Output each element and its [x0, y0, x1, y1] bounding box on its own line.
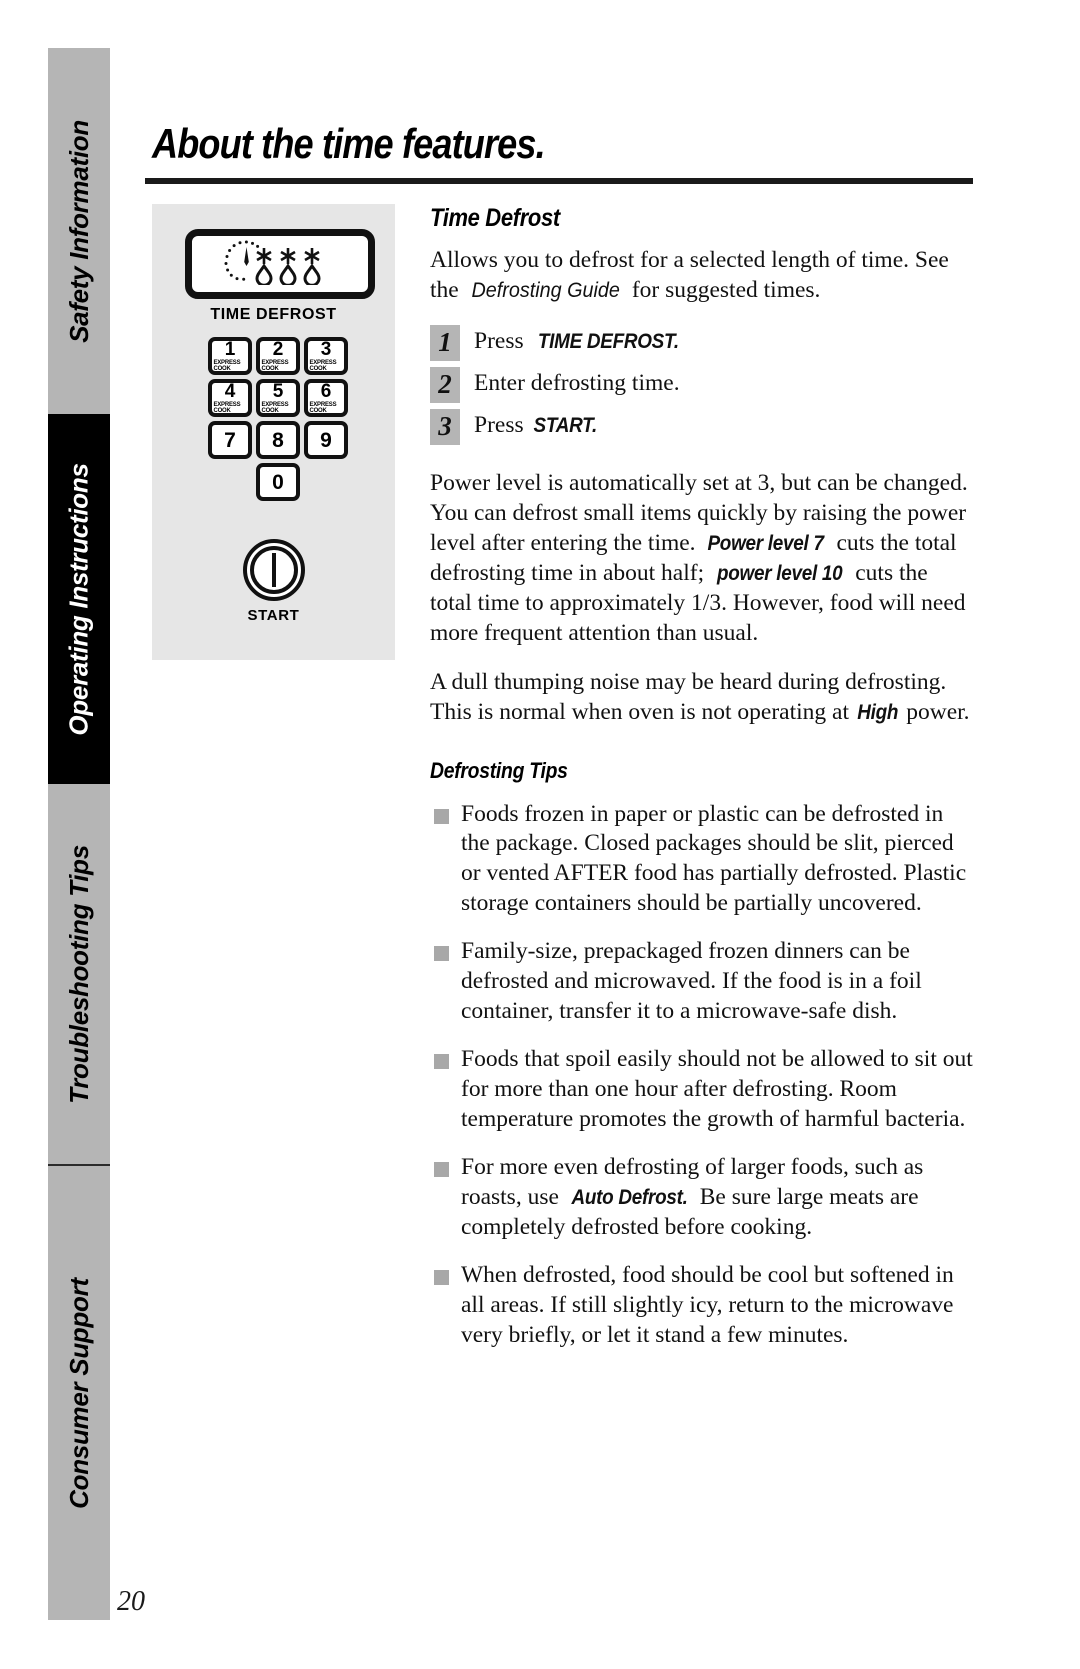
keypad-key-sublabel: EXPRESS COOK — [309, 400, 337, 414]
page-title: About the time features. — [152, 120, 546, 167]
tip-text-part1: Family-size, prepackaged frozen dinners … — [461, 938, 922, 1025]
square-bullet-icon — [434, 1269, 449, 1285]
section-heading-defrosting-tips: Defrosting Tips — [430, 757, 568, 783]
list-item: When defrosted, food should be cool but … — [430, 1261, 975, 1351]
sidebar-tab-label: Consumer Support — [63, 1277, 94, 1509]
list-item-text: Foods frozen in paper or plastic can be … — [461, 800, 975, 920]
keypad-key-number: 0 — [272, 470, 284, 494]
page-number: 20 — [117, 1586, 145, 1617]
keypad-key-sublabel: EXPRESS COOK — [309, 358, 337, 372]
power-level-paragraph: Power level is automatically set at 3, b… — [430, 469, 975, 649]
keypad-key-9[interactable]: 9 — [304, 421, 348, 459]
keypad-key-8[interactable]: 8 — [256, 421, 300, 459]
sidebar-tabs: Safety Information Operating Instruction… — [48, 48, 110, 1620]
control-panel-illustration: TIME DEFROST 1 EXPRESS COOK 2 EXPRESS CO… — [152, 204, 395, 660]
numbered-steps-list: 1 Press TIME DEFROST. 2 Enter defrosting… — [430, 324, 975, 445]
list-item: For more even defrosting of larger foods… — [430, 1153, 975, 1243]
keypad-key-number: 6 — [320, 380, 332, 402]
tip-text-part1: When defrosted, food should be cool but … — [461, 1261, 954, 1348]
keypad-key-sublabel: EXPRESS COOK — [261, 400, 289, 414]
keypad-key-6[interactable]: 6 EXPRESS COOK — [304, 379, 348, 417]
power-level-10-emphasis: power level 10 — [716, 561, 843, 585]
section-heading-time-defrost: Time Defrost — [430, 204, 560, 232]
square-bullet-icon — [434, 1054, 449, 1070]
keypad-row: 1 EXPRESS COOK 2 EXPRESS COOK 3 EXPRESS … — [207, 337, 349, 375]
step-text: Press TIME DEFROST. — [474, 325, 686, 355]
list-item: Family-size, prepackaged frozen dinners … — [430, 937, 975, 1027]
step-number-badge: 1 — [430, 324, 460, 361]
step-number-badge: 2 — [430, 366, 460, 403]
step-text-part1: Press — [474, 327, 530, 354]
keypad-key-number: 9 — [320, 428, 332, 452]
keypad-key-1[interactable]: 1 EXPRESS COOK — [208, 337, 252, 375]
keypad-row: 7 8 9 — [207, 421, 349, 459]
keypad-row: 0 — [207, 463, 349, 501]
step-text: Press START. — [474, 409, 600, 439]
keypad-key-7[interactable]: 7 — [208, 421, 252, 459]
power-level-7-emphasis: Power level 7 — [707, 531, 825, 555]
sidebar-tab-operating-instructions[interactable]: Operating Instructions — [48, 414, 110, 784]
numeric-keypad: 1 EXPRESS COOK 2 EXPRESS COOK 3 EXPRESS … — [207, 337, 349, 505]
keypad-key-number: 7 — [224, 428, 236, 452]
square-bullet-icon — [434, 1162, 449, 1178]
keypad-key-2[interactable]: 2 EXPRESS COOK — [256, 337, 300, 375]
auto-defrost-emphasis: Auto Defrost. — [571, 1186, 688, 1210]
sidebar-tab-label: Operating Instructions — [63, 462, 94, 736]
main-content: Time Defrost Allows you to defrost for a… — [430, 204, 975, 1369]
list-item-text: When defrosted, food should be cool but … — [461, 1261, 975, 1351]
keypad-row: 4 EXPRESS COOK 5 EXPRESS COOK 6 EXPRESS … — [207, 379, 349, 417]
thumping-noise-paragraph: A dull thumping noise may be heard durin… — [430, 668, 975, 728]
list-item-text: Family-size, prepackaged frozen dinners … — [461, 937, 975, 1027]
tip-text-part1: Foods frozen in paper or plastic can be … — [461, 800, 967, 917]
keypad-key-number: 8 — [272, 428, 284, 452]
intro-text-part2: for suggested times. — [625, 276, 821, 303]
keypad-key-5[interactable]: 5 EXPRESS COOK — [256, 379, 300, 417]
keypad-key-4[interactable]: 4 EXPRESS COOK — [208, 379, 252, 417]
defrosting-guide-reference: Defrosting Guide — [471, 277, 620, 302]
list-item: Foods frozen in paper or plastic can be … — [430, 800, 975, 920]
high-power-emphasis: High — [857, 700, 899, 724]
start-button-group: START — [152, 539, 395, 624]
keypad-key-sublabel: EXPRESS COOK — [261, 358, 289, 372]
step-emphasis: TIME DEFROST. — [537, 329, 679, 353]
step-item: 2 Enter defrosting time. — [430, 366, 975, 403]
step-emphasis: START. — [533, 413, 597, 437]
sidebar-tab-label: Safety Information — [63, 119, 94, 343]
clock-dial-snowflakes-droplets-icon — [215, 239, 345, 290]
keypad-key-number: 5 — [272, 380, 284, 402]
step-item: 1 Press TIME DEFROST. — [430, 324, 975, 361]
square-bullet-icon — [434, 808, 449, 824]
sidebar-tab-label: Troubleshooting Tips — [63, 844, 94, 1104]
square-bullet-icon — [434, 946, 449, 962]
keypad-key-number: 4 — [224, 380, 236, 402]
start-label: START — [247, 607, 300, 624]
sidebar-tab-troubleshooting-tips[interactable]: Troubleshooting Tips — [48, 784, 110, 1164]
list-item: Foods that spoil easily should not be al… — [430, 1045, 975, 1135]
tip-text-part1: Foods that spoil easily should not be al… — [461, 1046, 973, 1133]
list-item-text: For more even defrosting of larger foods… — [461, 1153, 975, 1243]
sidebar-tab-safety-information[interactable]: Safety Information — [48, 48, 110, 414]
step-number-badge: 3 — [430, 408, 460, 445]
intro-paragraph: Allows you to defrost for a selected len… — [430, 246, 975, 306]
keypad-key-0[interactable]: 0 — [256, 463, 300, 501]
step-text: Enter defrosting time. — [474, 367, 680, 397]
step-text-part1: Enter defrosting time. — [474, 369, 680, 396]
start-button[interactable] — [242, 539, 305, 601]
noise-text-part2: power. — [900, 698, 970, 725]
title-divider — [145, 178, 973, 184]
sidebar-tab-consumer-support[interactable]: Consumer Support — [48, 1166, 110, 1620]
time-defrost-button[interactable] — [185, 229, 375, 299]
keypad-key-number: 2 — [272, 338, 284, 360]
time-defrost-label: TIME DEFROST — [210, 306, 337, 323]
power-bar-icon — [271, 553, 276, 587]
keypad-key-sublabel: EXPRESS COOK — [213, 400, 241, 414]
step-item: 3 Press START. — [430, 408, 975, 445]
keypad-key-number: 1 — [224, 338, 236, 360]
power-circle-icon — [249, 546, 298, 594]
keypad-key-sublabel: EXPRESS COOK — [213, 358, 241, 372]
keypad-key-3[interactable]: 3 EXPRESS COOK — [304, 337, 348, 375]
list-item-text: Foods that spoil easily should not be al… — [461, 1045, 975, 1135]
keypad-key-number: 3 — [320, 338, 332, 360]
step-text-part1: Press — [474, 411, 530, 438]
